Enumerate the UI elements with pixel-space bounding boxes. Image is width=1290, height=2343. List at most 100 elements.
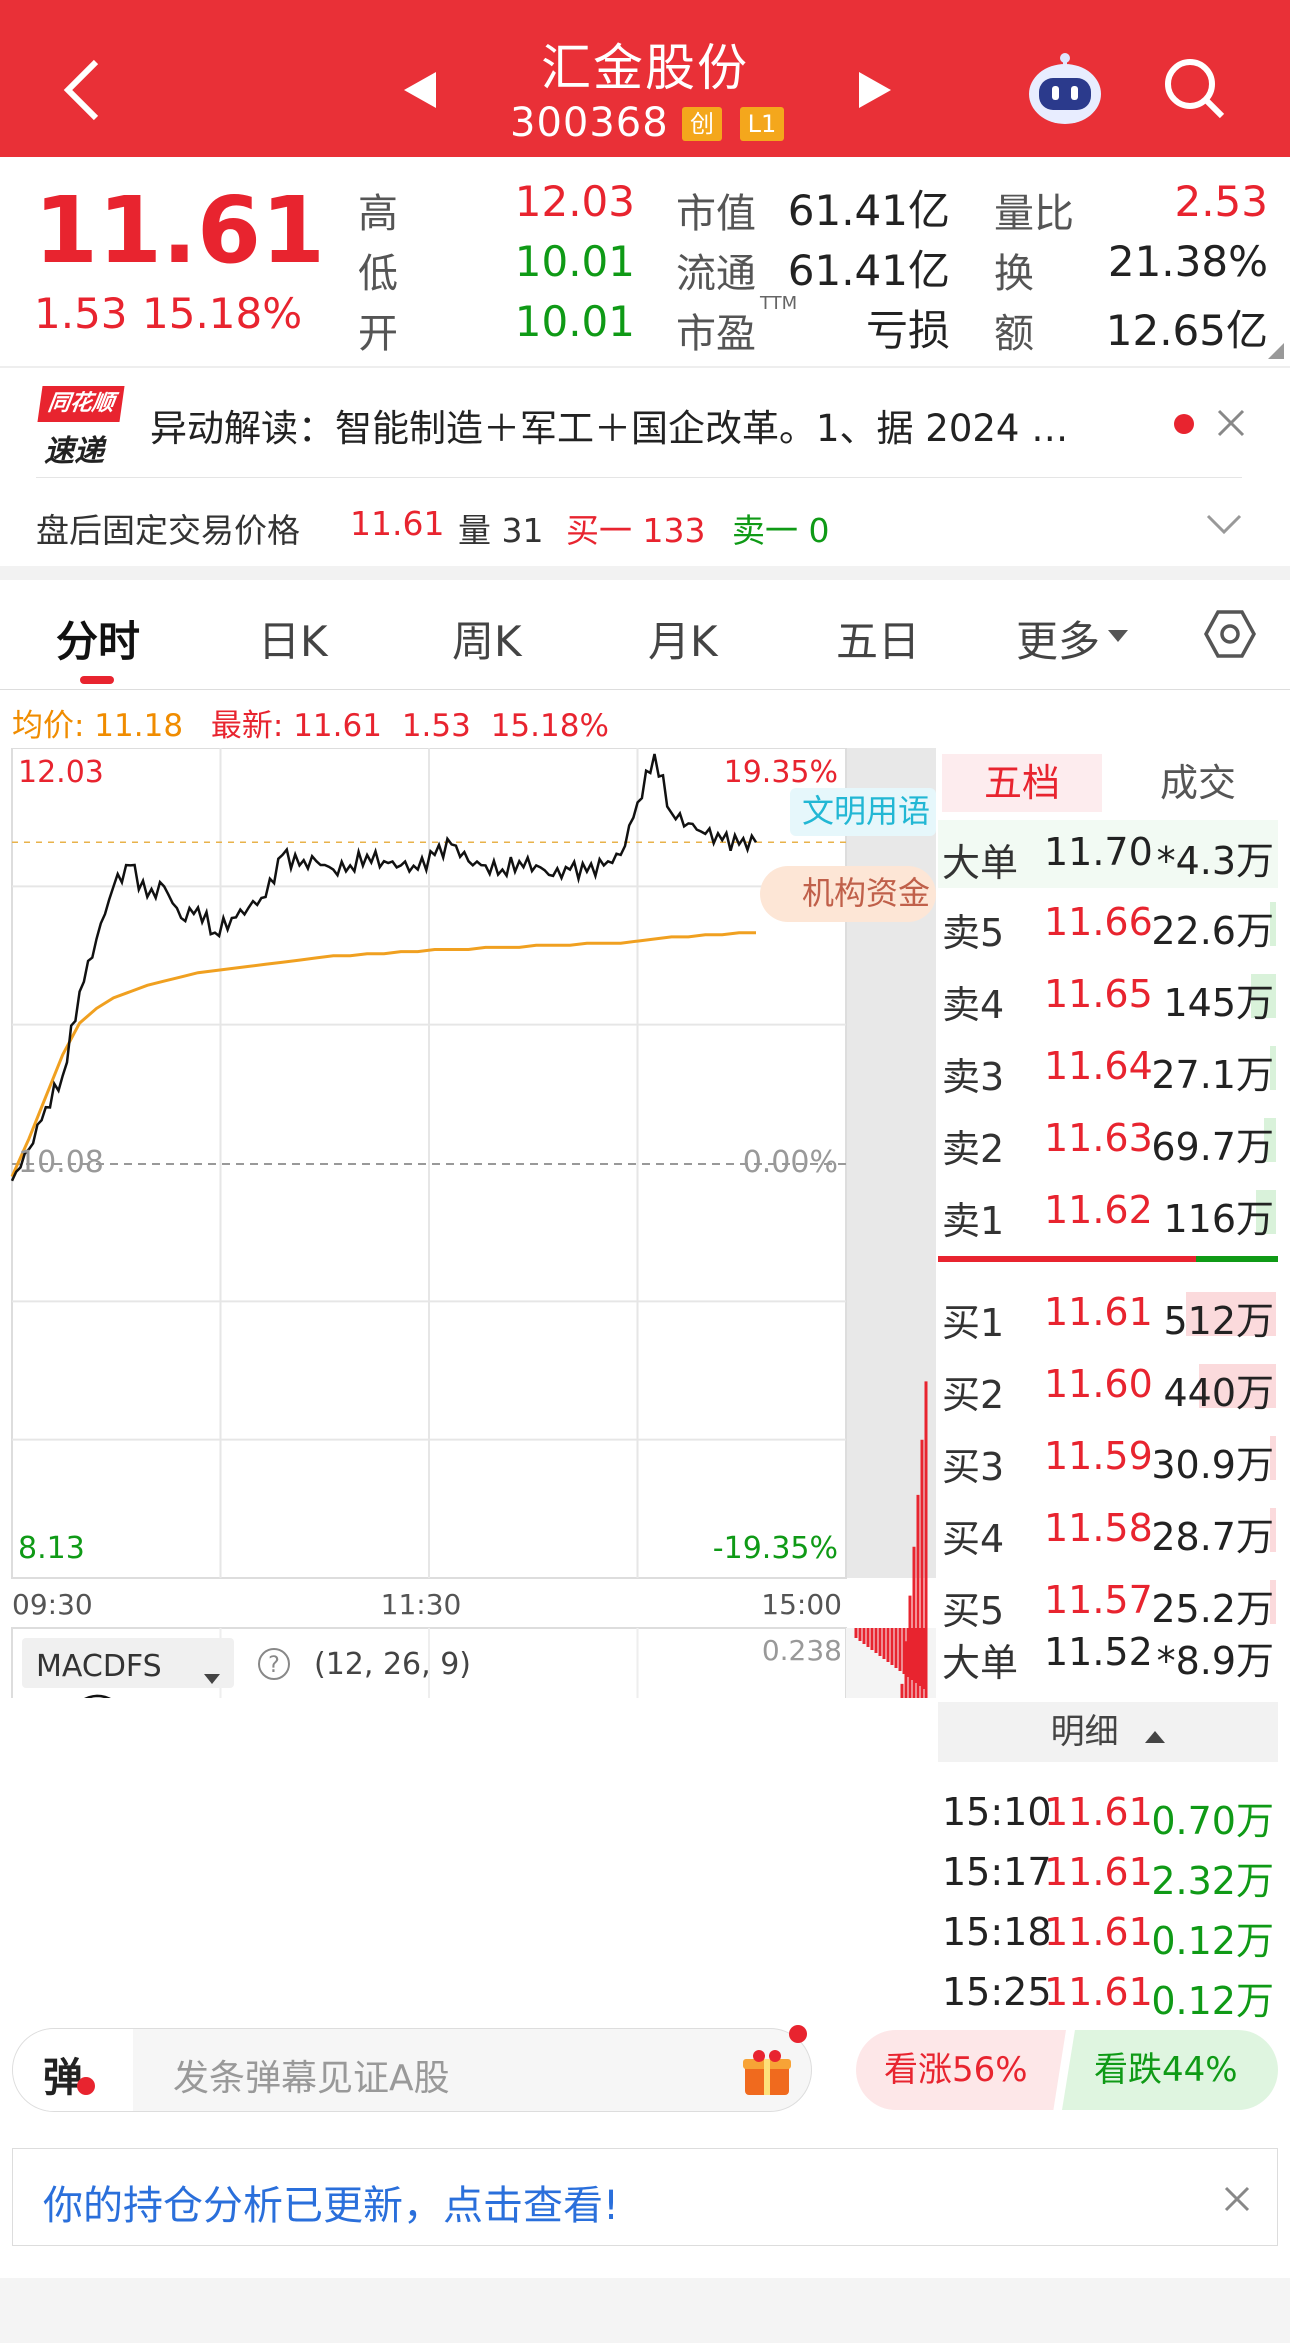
- chart-info-row: 均价: 11.18 最新: 11.61 1.53 15.18%: [12, 700, 609, 745]
- chevron-down-icon[interactable]: [1206, 514, 1242, 536]
- after-hours-row[interactable]: 盘后固定交易价格 11.61 量 31 买一 133 卖一 0: [0, 478, 1290, 570]
- tick-price: 11.61: [1044, 1910, 1153, 1954]
- level-volume: 27.1万: [1151, 1053, 1274, 1097]
- order-book: 大单 11.70 *4.3万 卖5 11.66 22.6万 卖4 11.65 145万 卖3…: [938, 820, 1278, 2023]
- tab-five-day[interactable]: 五日: [836, 608, 920, 669]
- avg-price-label: 均价: 11.18: [12, 708, 184, 744]
- tab-more[interactable]: 更多: [1016, 608, 1100, 669]
- unread-dot: [1174, 414, 1194, 434]
- level-volume: 440万: [1163, 1371, 1274, 1415]
- level-volume: 116万: [1163, 1197, 1274, 1241]
- high-value: 12.03: [514, 177, 635, 226]
- level-label: 卖3: [942, 1055, 1005, 1099]
- robot-assistant-icon[interactable]: [1024, 48, 1106, 126]
- next-stock-icon[interactable]: [855, 70, 895, 110]
- big-buy-price: 11.52: [1044, 1630, 1153, 1674]
- tick-time: 15:25: [942, 1970, 1052, 2014]
- tick-time: 15:10: [942, 1790, 1052, 1834]
- sell-level-row: 卖4 11.65 145万: [938, 962, 1278, 1030]
- alert-bar[interactable]: 同花顺 速递 异动解读：智能制造＋军工＋国企改革。1、据 2024 …: [0, 368, 1290, 478]
- big-buy-row: 大单 11.52 *8.9万: [938, 1620, 1278, 1688]
- close-icon[interactable]: [1216, 408, 1246, 438]
- change-amount: 1.53: [34, 289, 128, 338]
- danmaku-bar: 弹 发条弹幕见证A股: [12, 2025, 812, 2112]
- low-value: 10.01: [514, 237, 635, 286]
- volume-ratio-label: 量比: [994, 191, 1074, 237]
- tab-active-indicator: [80, 676, 114, 684]
- tab-daily-k[interactable]: 日K: [258, 608, 328, 669]
- quote-panel: 11.61 1.53 15.18% 高 12.03 低 10.01 开 10.0…: [0, 157, 1290, 367]
- tab-trades[interactable]: 成交: [1128, 754, 1268, 812]
- close-icon[interactable]: [1223, 2185, 1251, 2213]
- trade-tick-row: 15:18 11.61 0.12万: [938, 1900, 1278, 1968]
- level-price: 11.60: [1044, 1362, 1153, 1406]
- danmaku-icon-box[interactable]: 弹: [13, 2029, 133, 2111]
- tonghuashun-logo: 同花顺 速递: [36, 386, 126, 469]
- civility-tag-label: 文明用语: [802, 792, 930, 830]
- tab-five-levels[interactable]: 五档: [942, 754, 1102, 812]
- gift-icon[interactable]: [741, 2047, 793, 2097]
- level-volume: 145万: [1163, 981, 1274, 1025]
- big-order-label: 大单: [942, 1641, 1019, 1685]
- notification-dot: [789, 2025, 807, 2043]
- tick-volume: 0.70万: [1151, 1799, 1274, 1843]
- tick-volume: 2.32万: [1151, 1859, 1274, 1903]
- volume-ratio-value: 2.53: [1174, 177, 1268, 226]
- sell-level-row: 卖1 11.62 116万: [938, 1178, 1278, 1246]
- buy-level-row: 买3 11.59 30.9万: [938, 1424, 1278, 1492]
- dropdown-caret-icon: [1108, 630, 1128, 642]
- settings-hexagon-icon[interactable]: [1204, 608, 1256, 660]
- level-price: 11.57: [1044, 1578, 1153, 1622]
- detail-toggle[interactable]: 明细: [938, 1702, 1278, 1762]
- macd-dif-line: [84, 1694, 111, 1698]
- pe-label: 市盈: [676, 311, 756, 357]
- level-price: 11.63: [1044, 1116, 1153, 1160]
- level-label: 买1: [942, 1301, 1005, 1345]
- level-price: 11.58: [1044, 1506, 1153, 1550]
- time-open-label: 09:30: [12, 1588, 93, 1621]
- section-gap: [0, 566, 1290, 580]
- sell-level-row: 卖5 11.66 22.6万: [938, 890, 1278, 958]
- level-volume: 28.7万: [1151, 1515, 1274, 1559]
- buy-level-row: 买1 11.61 512万: [938, 1280, 1278, 1348]
- level-label: 买2: [942, 1373, 1005, 1417]
- after-hours-buy1: 买一 133: [566, 511, 706, 550]
- level-label: 买3: [942, 1445, 1005, 1489]
- last-price: 11.61: [34, 177, 326, 284]
- tab-monthly-k[interactable]: 月K: [648, 608, 718, 669]
- pe-value: 亏损: [865, 306, 950, 355]
- top-bar: 汇金股份 300368 创 L1: [0, 0, 1290, 157]
- tick-time: 15:18: [942, 1910, 1052, 1954]
- level-price: 11.64: [1044, 1044, 1153, 1088]
- level-label: 卖4: [942, 983, 1005, 1027]
- expand-corner-icon[interactable]: [1268, 343, 1284, 359]
- buy-level-row: 买4 11.58 28.7万: [938, 1496, 1278, 1564]
- bearish-button[interactable]: 看跌44%: [1062, 2030, 1278, 2110]
- bottom-price-label: 8.13: [18, 1531, 85, 1566]
- tab-weekly-k[interactable]: 周K: [452, 608, 522, 669]
- notice-text: 你的持仓分析已更新，点击查看!: [43, 2183, 620, 2229]
- alert-text: 异动解读：智能制造＋军工＋国企改革。1、据 2024 …: [150, 407, 1069, 450]
- danmaku-input[interactable]: 发条弹幕见证A股: [173, 2049, 450, 2101]
- price-chart[interactable]: 12.03 19.35% 10.08 0.00% 8.13 -19.35% 09:30 11:…: [0, 748, 938, 1698]
- change-percent: 15.18%: [142, 289, 303, 338]
- tick-time: 15:17: [942, 1850, 1052, 1894]
- trade-tick-row: 15:17 11.61 2.32万: [938, 1840, 1278, 1908]
- tab-intraday[interactable]: 分时: [56, 608, 140, 669]
- trade-tick-row: 15:10 11.61 0.70万: [938, 1780, 1278, 1848]
- level-label: 买4: [942, 1517, 1005, 1561]
- latest-pct: 15.18%: [490, 708, 609, 744]
- level-label: 卖5: [942, 911, 1005, 955]
- low-label: 低: [358, 251, 398, 297]
- latest-change: 1.53: [401, 708, 471, 744]
- level-label: 卖1: [942, 1199, 1005, 1243]
- tick-volume: 0.12万: [1151, 1919, 1274, 1963]
- bullish-button[interactable]: 看涨56%: [856, 2030, 1066, 2110]
- search-icon[interactable]: [1162, 56, 1226, 120]
- holding-analysis-notice[interactable]: 你的持仓分析已更新，点击查看!: [12, 2148, 1278, 2246]
- zero-pct-label: 0.00%: [743, 1145, 838, 1180]
- mcap-value: 61.41亿: [787, 186, 950, 235]
- pe-ttm-sup: TTM: [760, 293, 798, 314]
- tick-price: 11.61: [1044, 1850, 1153, 1894]
- level-price: 11.66: [1044, 900, 1153, 944]
